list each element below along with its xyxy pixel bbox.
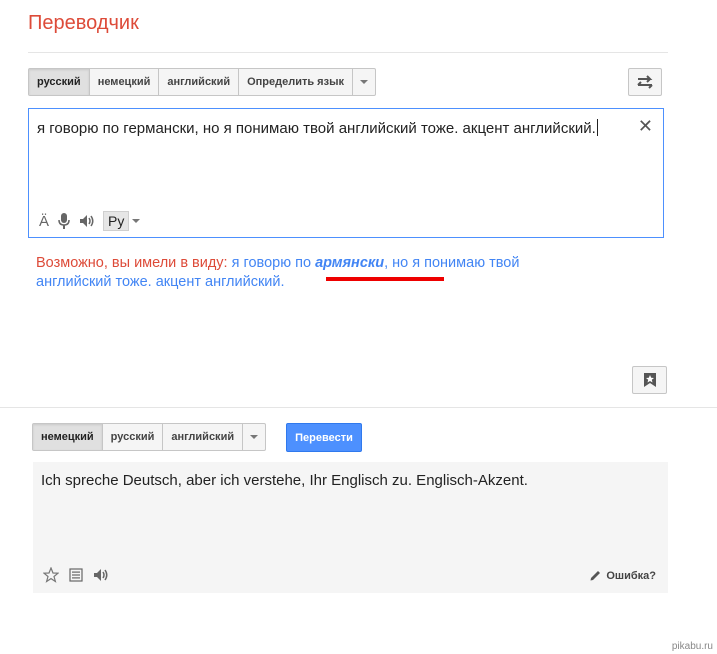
translate-button[interactable]: Перевести: [286, 423, 362, 452]
pencil-icon: [590, 571, 601, 581]
chevron-down-icon: [359, 80, 368, 84]
swap-languages-button[interactable]: [628, 68, 662, 96]
target-lang-english[interactable]: английский: [163, 424, 244, 450]
microphone-icon[interactable]: [57, 212, 71, 230]
translation-text[interactable]: Ich spreche Deutsch, aber ich verstehe, …: [41, 472, 528, 489]
source-lang-dropdown[interactable]: [353, 69, 375, 95]
list-icon[interactable]: [69, 568, 83, 582]
did-you-mean-label: Возможно, вы имели в виду:: [36, 255, 228, 271]
page-title: Переводчик: [28, 12, 139, 34]
text-cursor: [596, 119, 598, 136]
source-tools: Ä Ру: [39, 211, 141, 231]
target-lang-dropdown[interactable]: [243, 424, 265, 450]
special-chars-icon[interactable]: Ä: [39, 213, 49, 230]
header-divider: [28, 52, 668, 53]
source-language-bar: русский немецкий английский Определить я…: [28, 68, 376, 96]
speaker-icon[interactable]: [93, 567, 109, 583]
target-lang-russian[interactable]: русский: [103, 424, 164, 450]
section-divider: [0, 407, 717, 408]
input-method-label: Ру: [103, 211, 130, 231]
source-lang-russian[interactable]: русский: [29, 69, 90, 95]
target-language-bar: немецкий русский английский: [32, 423, 267, 451]
clear-icon[interactable]: ✕: [638, 116, 653, 137]
source-lang-german[interactable]: немецкий: [90, 69, 160, 95]
bookmark-star-icon: [643, 373, 656, 387]
target-lang-german[interactable]: немецкий: [33, 424, 103, 450]
watermark: pikabu.ru: [671, 641, 713, 652]
source-lang-detect[interactable]: Определить язык: [239, 69, 353, 95]
chevron-down-icon: [250, 435, 259, 439]
input-method-selector[interactable]: Ру: [103, 211, 141, 231]
red-underline-annotation: [326, 277, 444, 281]
source-text-area[interactable]: я говорю по германски, но я понимаю твой…: [28, 108, 664, 238]
source-lang-english[interactable]: английский: [159, 69, 240, 95]
translation-tools: [43, 567, 109, 583]
swap-icon: [637, 75, 653, 89]
chevron-down-icon: [132, 219, 141, 223]
source-text[interactable]: я говорю по германски, но я понимаю твой…: [37, 119, 598, 137]
report-error-link[interactable]: Ошибка?: [589, 569, 656, 582]
did-you-mean: Возможно, вы имели в виду: я говорю по а…: [36, 254, 596, 292]
star-icon[interactable]: [43, 567, 59, 583]
speaker-icon[interactable]: [79, 213, 95, 229]
phrasebook-button[interactable]: [632, 366, 667, 394]
report-error-label: Ошибка?: [606, 569, 656, 582]
translation-result: Ich spreche Deutsch, aber ich verstehe, …: [33, 462, 668, 593]
